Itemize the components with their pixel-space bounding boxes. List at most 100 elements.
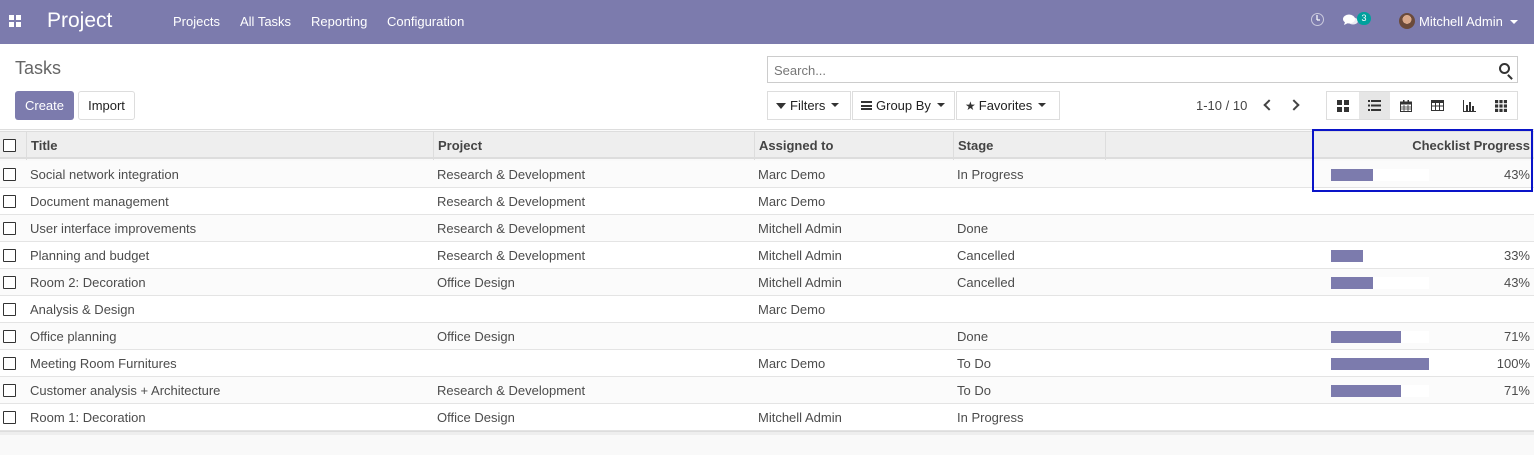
cell-project: Research & Development bbox=[437, 383, 586, 398]
cell-stage: Cancelled bbox=[957, 248, 1015, 263]
table-row[interactable]: Analysis & Design Marc Demo bbox=[0, 296, 1534, 323]
table-row[interactable]: Social network integration Research & Dev… bbox=[0, 161, 1534, 188]
table-header: Title Project Assigned to Stage Checklis… bbox=[0, 131, 1534, 160]
cell-title: Planning and budget bbox=[30, 248, 150, 263]
search-bar[interactable]: Search... bbox=[767, 56, 1518, 83]
filters-label: Filters bbox=[790, 98, 826, 113]
calendar-view-button[interactable] bbox=[1390, 92, 1422, 119]
row-checkbox[interactable] bbox=[3, 411, 16, 424]
cell-checklist-progress: 43% bbox=[1503, 167, 1530, 182]
user-name[interactable]: Mitchell Admin bbox=[1419, 14, 1503, 29]
control-panel: Tasks Create Import Search... Filters Gr… bbox=[0, 44, 1534, 130]
progress-bar bbox=[1331, 250, 1429, 262]
cell-assigned-to: Mitchell Admin bbox=[758, 410, 842, 425]
cell-stage: To Do bbox=[957, 356, 991, 371]
cell-title: Office planning bbox=[30, 329, 117, 344]
menu-reporting[interactable]: Reporting bbox=[311, 14, 367, 29]
row-checkbox[interactable] bbox=[3, 195, 16, 208]
cell-title: Document management bbox=[30, 194, 169, 209]
table-row[interactable]: Customer analysis + Architecture Research… bbox=[0, 377, 1534, 404]
bar-chart-icon bbox=[1463, 99, 1477, 112]
menu-all-tasks[interactable]: All Tasks bbox=[240, 14, 291, 29]
cell-assigned-to: Mitchell Admin bbox=[758, 221, 842, 236]
pager-next-icon[interactable] bbox=[1288, 99, 1300, 111]
table-row[interactable]: User interface improvements Research & De… bbox=[0, 215, 1534, 242]
progress-bar bbox=[1331, 331, 1429, 343]
caret-down-icon bbox=[831, 103, 840, 108]
pager-value[interactable]: 1-10 / 10 bbox=[1196, 98, 1247, 113]
row-checkbox[interactable] bbox=[3, 384, 16, 397]
cell-project: Research & Development bbox=[437, 248, 586, 263]
row-checkbox[interactable] bbox=[3, 168, 16, 181]
table-row[interactable]: Meeting Room Furnitures Marc Demo To Do 100… bbox=[0, 350, 1534, 377]
header-stage[interactable]: Stage bbox=[958, 138, 993, 153]
row-checkbox[interactable] bbox=[3, 303, 16, 316]
list-icon bbox=[1368, 100, 1381, 111]
apps-menu-icon[interactable] bbox=[9, 15, 21, 27]
cell-assigned-to: Mitchell Admin bbox=[758, 248, 842, 263]
kanban-view-button[interactable] bbox=[1327, 92, 1359, 119]
select-all-checkbox[interactable] bbox=[3, 139, 16, 152]
progress-bar-fill bbox=[1331, 331, 1401, 343]
clock-icon[interactable] bbox=[1311, 13, 1324, 26]
cell-stage: Done bbox=[957, 329, 989, 344]
user-menu-caret-icon[interactable] bbox=[1510, 20, 1518, 24]
chat-icon[interactable] bbox=[1343, 14, 1358, 26]
row-checkbox[interactable] bbox=[3, 249, 16, 262]
caret-down-icon bbox=[1038, 103, 1047, 108]
header-project[interactable]: Project bbox=[438, 138, 482, 153]
table-row[interactable]: Room 2: Decoration Office Design Mitchell … bbox=[0, 269, 1534, 296]
cell-title: Meeting Room Furnitures bbox=[30, 356, 177, 371]
app-brand[interactable]: Project bbox=[47, 9, 112, 33]
graph-view-button[interactable] bbox=[1454, 92, 1486, 119]
filters-button[interactable]: Filters bbox=[767, 91, 851, 120]
header-title[interactable]: Title bbox=[31, 138, 58, 153]
header-checklist-progress[interactable]: Checklist Progress bbox=[1412, 138, 1530, 153]
favorites-button[interactable]: ★ Favorites bbox=[956, 91, 1060, 120]
progress-bar bbox=[1331, 385, 1429, 397]
breadcrumb: Tasks bbox=[15, 58, 62, 78]
list-view-button[interactable] bbox=[1358, 92, 1391, 119]
pivot-view-button[interactable] bbox=[1422, 92, 1454, 119]
cell-stage: Cancelled bbox=[957, 275, 1015, 290]
cell-checklist-progress: 43% bbox=[1503, 275, 1530, 290]
row-checkbox[interactable] bbox=[3, 357, 16, 370]
calendar-icon bbox=[1400, 99, 1413, 112]
import-button[interactable]: Import bbox=[78, 91, 135, 120]
row-checkbox[interactable] bbox=[3, 222, 16, 235]
row-checkbox[interactable] bbox=[3, 276, 16, 289]
cell-stage: Done bbox=[957, 221, 989, 236]
grid-view-button[interactable] bbox=[1485, 92, 1517, 119]
progress-bar-fill bbox=[1331, 277, 1374, 289]
bars-icon bbox=[861, 101, 872, 111]
cell-title: Room 1: Decoration bbox=[30, 410, 146, 425]
cell-project: Office Design bbox=[437, 410, 515, 425]
user-avatar[interactable] bbox=[1399, 13, 1415, 29]
progress-bar-fill bbox=[1331, 358, 1429, 370]
grid-icon bbox=[1495, 99, 1508, 112]
cell-project: Research & Development bbox=[437, 167, 586, 182]
group-by-label: Group By bbox=[876, 98, 931, 113]
table-row[interactable]: Planning and budget Research & Developmen… bbox=[0, 242, 1534, 269]
cell-project: Research & Development bbox=[437, 194, 586, 209]
header-assigned-to[interactable]: Assigned to bbox=[759, 138, 833, 153]
row-checkbox[interactable] bbox=[3, 330, 16, 343]
menu-configuration[interactable]: Configuration bbox=[387, 14, 464, 29]
cell-assigned-to: Marc Demo bbox=[758, 194, 826, 209]
cell-checklist-progress: 71% bbox=[1503, 329, 1530, 344]
table-row[interactable]: Office planning Office Design Done 71% bbox=[0, 323, 1534, 350]
search-input[interactable]: Search... bbox=[774, 63, 826, 78]
create-button[interactable]: Create bbox=[15, 91, 74, 120]
group-by-button[interactable]: Group By bbox=[852, 91, 955, 120]
menu-projects[interactable]: Projects bbox=[173, 14, 220, 29]
table-row[interactable]: Document management Research & Developmen… bbox=[0, 188, 1534, 215]
search-icon[interactable] bbox=[1499, 63, 1510, 74]
cell-checklist-progress: 71% bbox=[1503, 383, 1530, 398]
table-footer bbox=[0, 431, 1534, 435]
cell-title: Social network integration bbox=[30, 167, 179, 182]
cell-title: User interface improvements bbox=[30, 221, 197, 236]
progress-bar bbox=[1331, 358, 1429, 370]
table-row[interactable]: Room 1: Decoration Office Design Mitchell … bbox=[0, 404, 1534, 431]
pager-previous-icon[interactable] bbox=[1263, 99, 1275, 111]
cell-stage: In Progress bbox=[957, 410, 1024, 425]
